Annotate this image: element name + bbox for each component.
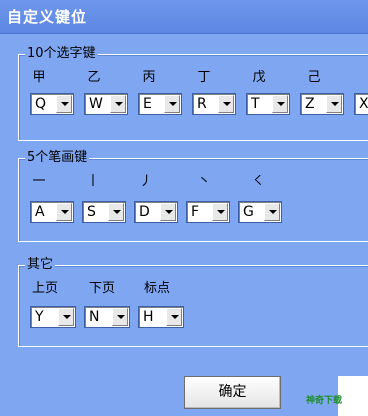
chevron-down-icon	[61, 102, 69, 106]
label-stroke-zhe: ㇛	[251, 174, 265, 189]
key-value: D	[139, 204, 150, 220]
dropdown-button[interactable]	[58, 308, 74, 326]
key-select-ding[interactable]: R	[192, 93, 236, 115]
chevron-down-icon	[169, 102, 177, 106]
label-page-down: 下页	[88, 281, 115, 296]
label-page-up: 上页	[31, 281, 58, 296]
group-stroke-keys: 5个笔画键	[18, 149, 368, 242]
key-value: H	[143, 309, 154, 325]
key-select-heng[interactable]: A	[30, 201, 74, 223]
watermark-text: 神奇下载	[306, 396, 343, 406]
dropdown-button[interactable]	[166, 308, 182, 326]
dropdown-button[interactable]	[212, 203, 228, 221]
label-yi: 乙	[87, 70, 101, 85]
key-select-pie[interactable]: D	[134, 201, 178, 223]
chevron-down-icon	[117, 315, 125, 319]
ok-button[interactable]: 确定	[184, 376, 281, 409]
title-bar[interactable]: 自定义键位	[0, 0, 368, 34]
key-value: Z	[305, 96, 315, 112]
dropdown-button[interactable]	[272, 95, 288, 113]
chevron-down-icon	[63, 315, 71, 319]
dropdown-button[interactable]	[264, 203, 280, 221]
key-value: R	[197, 96, 207, 112]
chevron-down-icon	[331, 102, 339, 106]
label-wu: 戊	[252, 70, 266, 85]
key-value: T	[251, 96, 260, 112]
dropdown-button[interactable]	[218, 95, 234, 113]
key-select-page-up[interactable]: Y	[30, 306, 76, 328]
chevron-down-icon	[269, 210, 277, 214]
key-select-dian[interactable]: F	[186, 201, 230, 223]
chevron-down-icon	[223, 102, 231, 106]
chevron-down-icon	[277, 102, 285, 106]
group-other-keys-title: 其它	[25, 256, 56, 274]
chevron-down-icon	[217, 210, 225, 214]
key-value: G	[243, 204, 254, 220]
key-select-zhe[interactable]: G	[238, 201, 282, 223]
label-punctuation: 标点	[143, 281, 170, 296]
chevron-down-icon	[115, 102, 123, 106]
window-title: 自定义键位	[7, 8, 88, 26]
label-stroke-heng: 一	[32, 174, 46, 189]
key-value: W	[89, 96, 103, 112]
dropdown-button[interactable]	[56, 203, 72, 221]
chevron-down-icon	[61, 210, 69, 214]
chevron-down-icon	[113, 210, 121, 214]
label-ji: 己	[307, 70, 321, 85]
key-value: X	[359, 96, 368, 112]
key-value: F	[191, 204, 200, 220]
group-select-keys-title: 10个选字键	[25, 45, 98, 63]
key-value: Y	[35, 309, 44, 325]
label-bing: 丙	[142, 70, 156, 85]
label-ding: 丁	[197, 70, 211, 85]
dropdown-button[interactable]	[56, 95, 72, 113]
key-select-ji[interactable]: Z	[300, 93, 344, 115]
dropdown-button[interactable]	[110, 95, 126, 113]
dropdown-button[interactable]	[326, 95, 342, 113]
dropdown-button[interactable]	[108, 203, 124, 221]
key-select-wu[interactable]: T	[246, 93, 290, 115]
chevron-down-icon	[171, 315, 179, 319]
dropdown-button[interactable]	[112, 308, 128, 326]
key-select-geng[interactable]: X	[354, 93, 368, 115]
label-jia: 甲	[32, 70, 46, 85]
label-stroke-dian: 丶	[197, 174, 211, 189]
key-select-shu[interactable]: S	[82, 201, 126, 223]
dropdown-button[interactable]	[160, 203, 176, 221]
chevron-down-icon	[165, 210, 173, 214]
key-select-page-down[interactable]: N	[84, 306, 130, 328]
watermark-logo	[338, 376, 368, 416]
key-value: N	[89, 309, 100, 325]
label-stroke-shu: 丨	[86, 174, 100, 189]
group-stroke-keys-title: 5个笔画键	[25, 149, 90, 167]
key-value: A	[35, 204, 45, 220]
key-select-punctuation[interactable]: H	[138, 306, 184, 328]
key-value: S	[87, 204, 96, 220]
key-value: E	[143, 96, 152, 112]
key-value: Q	[35, 96, 47, 112]
key-select-yi[interactable]: W	[84, 93, 128, 115]
key-select-jia[interactable]: Q	[30, 93, 74, 115]
dropdown-button[interactable]	[164, 95, 180, 113]
label-stroke-pie: 丿	[139, 174, 153, 189]
key-select-bing[interactable]: E	[138, 93, 182, 115]
